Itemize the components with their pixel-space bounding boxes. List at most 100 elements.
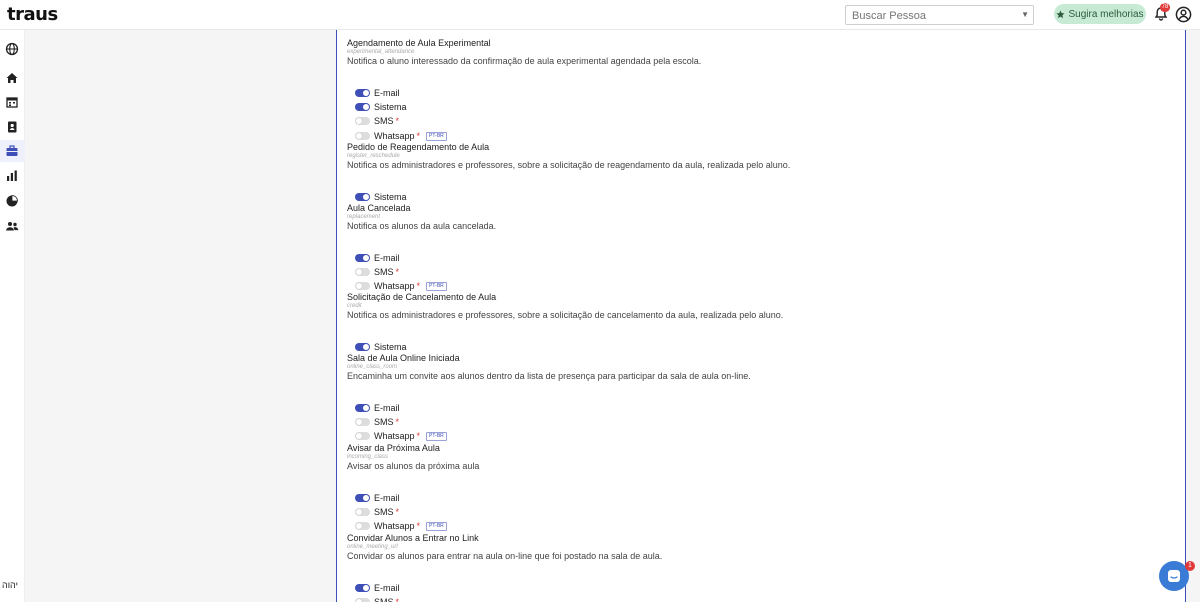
notification-key: replacement xyxy=(347,214,381,220)
briefcase-icon xyxy=(6,145,18,156)
contacts-icon[interactable] xyxy=(5,120,19,134)
notification-item: Solicitação de Cancelamento de Aula credi… xyxy=(347,292,783,320)
notification-title: Pedido de Reagendamento de Aula xyxy=(347,142,490,152)
language-tag[interactable]: PT-BR xyxy=(426,281,447,291)
globe-icon[interactable] xyxy=(5,42,19,56)
email-toggle[interactable] xyxy=(355,254,370,262)
whatsapp-toggle[interactable] xyxy=(355,522,370,530)
search-input[interactable] xyxy=(846,7,1016,25)
notification-item: Pedido de Reagendamento de Aula register_… xyxy=(347,142,790,170)
channel-row-whatsapp: Whatsapp * PT-BR xyxy=(355,131,447,141)
channel-row-whatsapp: Whatsapp * PT-BR xyxy=(355,521,447,531)
channel-row-email: E-mail xyxy=(355,583,400,593)
channel-row-whatsapp: Whatsapp * PT-BR xyxy=(355,281,447,291)
required-mark: * xyxy=(395,507,400,517)
required-mark: * xyxy=(395,417,400,427)
whatsapp-toggle[interactable] xyxy=(355,432,370,440)
channel-row-system: Sistema xyxy=(355,342,407,352)
channel-label: Whatsapp xyxy=(374,281,415,291)
notification-key: experimental_attendance xyxy=(347,49,415,55)
notification-description: Notifica o aluno interessado da confirma… xyxy=(347,56,702,66)
search-person-field[interactable]: ▼ xyxy=(845,5,1034,25)
channel-row-email: E-mail xyxy=(355,403,400,413)
user-circle-icon[interactable] xyxy=(1175,6,1192,23)
suggest-improvements-button[interactable]: Sugira melhorias xyxy=(1054,4,1146,24)
chevron-down-icon[interactable]: ▼ xyxy=(1021,10,1029,19)
language-tag[interactable]: PT-BR xyxy=(426,131,447,141)
channel-label: SMS xyxy=(374,597,394,602)
required-mark: * xyxy=(416,431,421,441)
channel-label: SMS xyxy=(374,417,394,427)
notification-settings-panel: Agendamento de Aula Experimental experime… xyxy=(336,30,1186,602)
channel-label: Whatsapp xyxy=(374,521,415,531)
sms-toggle[interactable] xyxy=(355,117,370,125)
channel-label: E-mail xyxy=(374,88,400,98)
system-toggle[interactable] xyxy=(355,103,370,111)
home-icon[interactable] xyxy=(5,71,19,85)
channel-label: E-mail xyxy=(374,583,400,593)
channel-label: Sistema xyxy=(374,192,407,202)
notification-key: online_class_room xyxy=(347,364,398,370)
required-mark: * xyxy=(416,521,421,531)
pie-chart-icon[interactable] xyxy=(5,194,19,208)
users-icon[interactable] xyxy=(5,219,19,233)
channel-label: E-mail xyxy=(374,403,400,413)
channel-row-sms: SMS * xyxy=(355,597,399,602)
channel-label: Whatsapp xyxy=(374,131,415,141)
sms-toggle[interactable] xyxy=(355,268,370,276)
channel-label: SMS xyxy=(374,507,394,517)
email-toggle[interactable] xyxy=(355,404,370,412)
sms-toggle[interactable] xyxy=(355,598,370,602)
language-tag[interactable]: PT-BR xyxy=(426,521,447,531)
whatsapp-toggle[interactable] xyxy=(355,132,370,140)
notification-description: Encaminha um convite aos alunos dentro d… xyxy=(347,371,751,381)
notification-title: Convidar Alunos a Entrar no Link xyxy=(347,533,479,543)
email-toggle[interactable] xyxy=(355,89,370,97)
channel-row-email: E-mail xyxy=(355,253,400,263)
channel-label: Sistema xyxy=(374,342,407,352)
suggest-label: Sugira melhorias xyxy=(1068,8,1144,20)
whatsapp-toggle[interactable] xyxy=(355,282,370,290)
notification-key: online_meeting_url xyxy=(347,544,398,550)
email-toggle[interactable] xyxy=(355,494,370,502)
sms-toggle[interactable] xyxy=(355,418,370,426)
email-toggle[interactable] xyxy=(355,584,370,592)
notification-key: register_reschedule xyxy=(347,153,400,159)
channel-label: E-mail xyxy=(374,493,400,503)
required-mark: * xyxy=(416,131,421,141)
notification-description: Notifica os alunos da aula cancelada. xyxy=(347,221,497,231)
notification-description: Notifica os administradores e professore… xyxy=(347,160,791,170)
sidebar: יהוה xyxy=(0,30,25,602)
notification-key: credit xyxy=(347,303,362,309)
channel-row-system: Sistema xyxy=(355,102,407,112)
required-mark: * xyxy=(395,597,400,602)
notification-title: Sala de Aula Online Iniciada xyxy=(347,353,460,363)
channel-label: SMS xyxy=(374,116,394,126)
system-toggle[interactable] xyxy=(355,193,370,201)
notification-description: Notifica os administradores e professore… xyxy=(347,310,784,320)
notification-key: incoming_class xyxy=(347,454,389,460)
channel-label: Whatsapp xyxy=(374,431,415,441)
channel-row-sms: SMS * xyxy=(355,267,399,277)
system-toggle[interactable] xyxy=(355,343,370,351)
notification-count-badge: 78 xyxy=(1160,3,1170,12)
notification-title: Agendamento de Aula Experimental xyxy=(347,38,491,48)
notification-description: Convidar os alunos para entrar na aula o… xyxy=(347,551,663,561)
notification-item: Agendamento de Aula Experimental experime… xyxy=(347,38,701,66)
bar-chart-icon[interactable] xyxy=(5,169,19,183)
notification-item: Convidar Alunos a Entrar no Link online_m… xyxy=(347,533,662,561)
top-bar: traus ▼ Sugira melhorias 78 xyxy=(0,0,1200,30)
notification-title: Avisar da Próxima Aula xyxy=(347,443,440,453)
notification-title: Aula Cancelada xyxy=(347,203,411,213)
sidebar-item-services[interactable] xyxy=(0,140,25,162)
calendar-icon[interactable] xyxy=(5,95,19,109)
notification-title: Solicitação de Cancelamento de Aula xyxy=(347,292,497,302)
required-mark: * xyxy=(395,116,400,126)
sms-toggle[interactable] xyxy=(355,508,370,516)
app-logo[interactable]: traus xyxy=(7,4,58,25)
required-mark: * xyxy=(395,267,400,277)
language-tag[interactable]: PT-BR xyxy=(426,431,447,441)
channel-row-system: Sistema xyxy=(355,192,407,202)
channel-row-whatsapp: Whatsapp * PT-BR xyxy=(355,431,447,441)
notification-item: Sala de Aula Online Iniciada online_class… xyxy=(347,353,751,381)
